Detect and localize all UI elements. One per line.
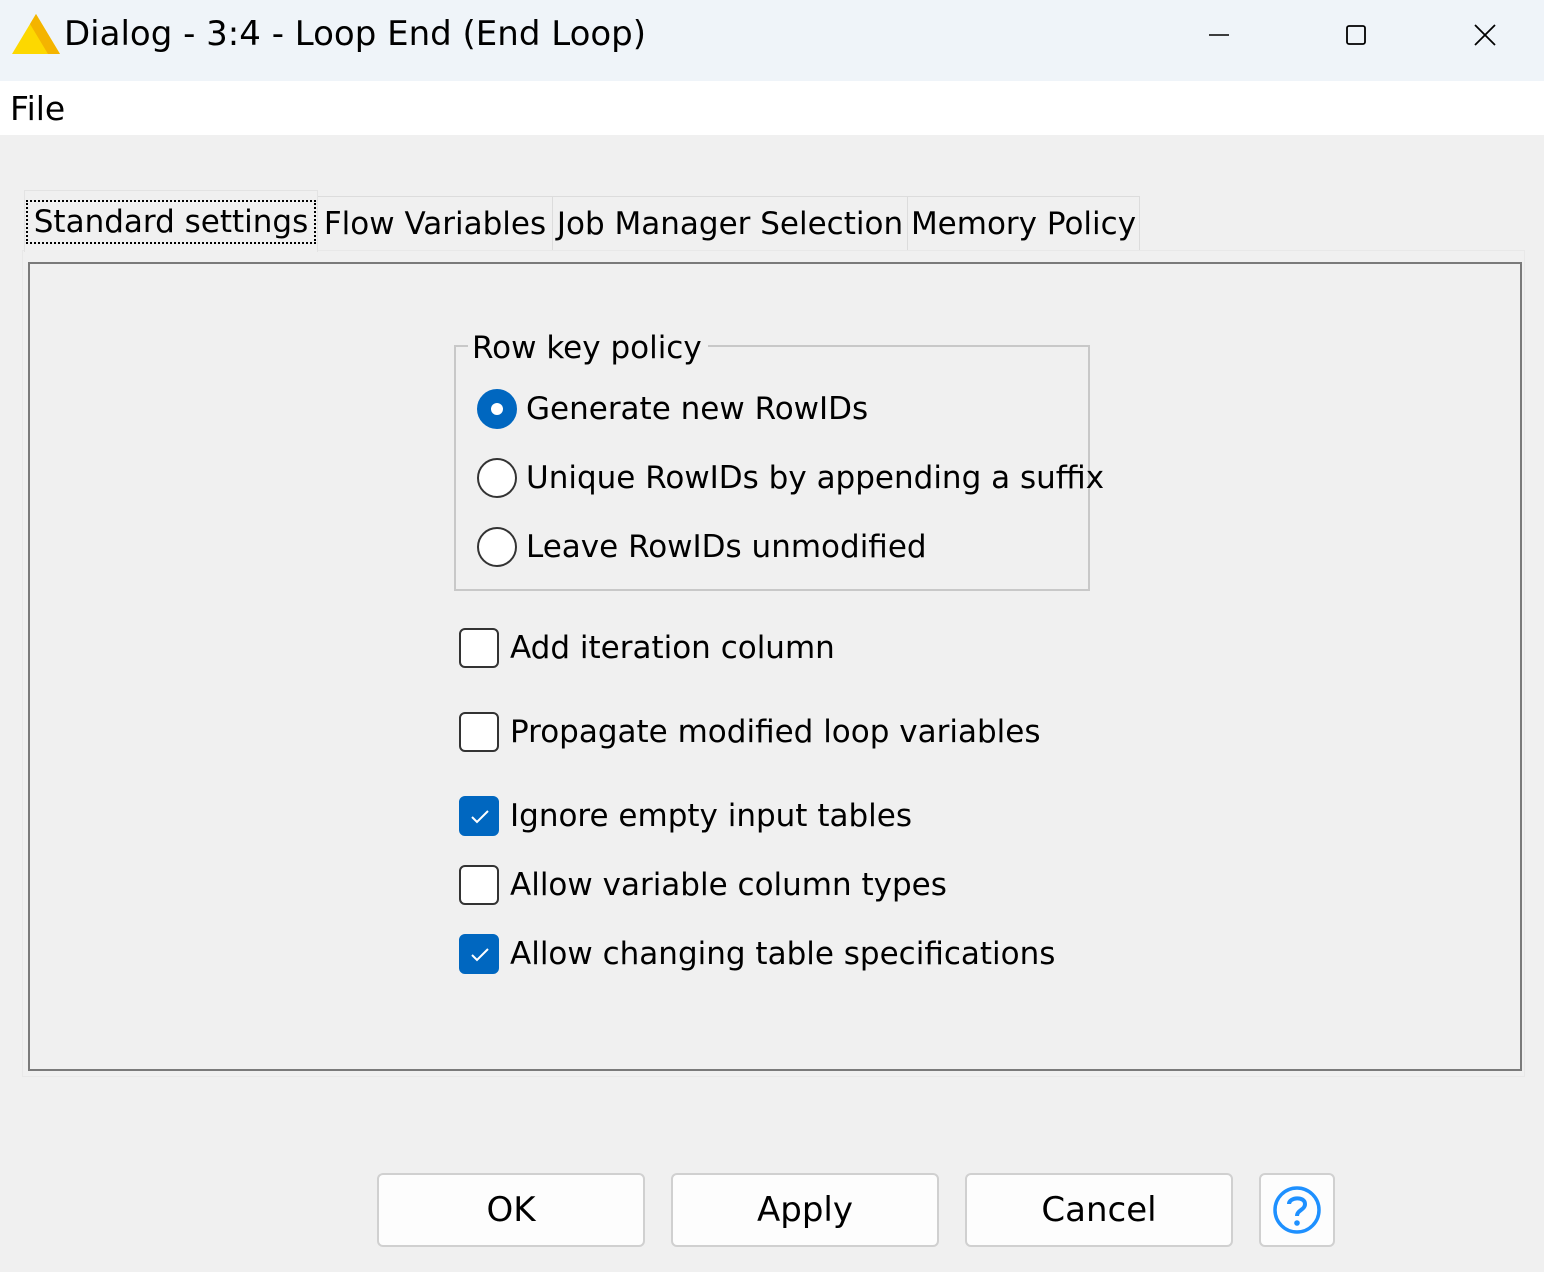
tab-memory-policy[interactable]: Memory Policy: [907, 196, 1140, 250]
minimize-icon: [1209, 34, 1229, 36]
apply-button[interactable]: Apply: [671, 1173, 939, 1247]
help-button[interactable]: [1259, 1173, 1335, 1247]
radio-label: Leave RowIDs unmodified: [526, 529, 927, 565]
checkbox[interactable]: [459, 934, 499, 974]
ok-button[interactable]: OK: [377, 1173, 645, 1247]
checkbox-allow-variable-column-types[interactable]: Allow variable column types: [459, 864, 947, 906]
menu-bar: File: [0, 81, 1544, 135]
close-icon: [1473, 24, 1496, 46]
checkbox-propagate-modified-loop-variables[interactable]: Propagate modified loop variables: [459, 711, 1040, 753]
tab-label: Standard settings: [25, 199, 317, 244]
tab-flow-variables[interactable]: Flow Variables: [317, 196, 553, 250]
tab-job-manager-selection[interactable]: Job Manager Selection: [552, 196, 908, 250]
checkbox[interactable]: [459, 865, 499, 905]
checkbox-ignore-empty-input-tables[interactable]: Ignore empty input tables: [459, 795, 912, 837]
checkbox-label: Ignore empty input tables: [510, 798, 912, 834]
checkbox-allow-changing-table-specifications[interactable]: Allow changing table specifications: [459, 933, 1055, 975]
radio-unique-rowids-suffix[interactable]: Unique RowIDs by appending a suffix: [477, 456, 1104, 500]
checkbox-label: Propagate modified loop variables: [510, 714, 1041, 750]
menu-file[interactable]: File: [10, 89, 65, 128]
checkbox-label: Allow changing table specifications: [510, 936, 1056, 972]
radio-leave-rowids-unmodified[interactable]: Leave RowIDs unmodified: [477, 525, 927, 569]
radio-button[interactable]: [477, 389, 517, 429]
tab-label: Memory Policy: [910, 205, 1137, 242]
checkmark-icon: [471, 948, 489, 962]
radio-label: Generate new RowIDs: [526, 391, 869, 427]
tab-standard-settings[interactable]: Standard settings: [24, 190, 318, 252]
minimize-button[interactable]: [1150, 0, 1288, 70]
cancel-button[interactable]: Cancel: [965, 1173, 1233, 1247]
checkbox[interactable]: [459, 712, 499, 752]
tab-label: Job Manager Selection: [556, 205, 904, 242]
help-icon: [1273, 1186, 1321, 1234]
maximize-icon: [1346, 25, 1366, 45]
maximize-button[interactable]: [1287, 0, 1425, 70]
radio-button[interactable]: [477, 527, 517, 567]
tab-label: Flow Variables: [323, 205, 547, 242]
title-bar: Dialog - 3:4 - Loop End (End Loop): [0, 0, 1544, 81]
checkbox-label: Allow variable column types: [510, 867, 947, 903]
radio-button[interactable]: [477, 458, 517, 498]
checkbox-add-iteration-column[interactable]: Add iteration column: [459, 627, 835, 669]
close-button[interactable]: [1425, 0, 1544, 70]
checkbox[interactable]: [459, 796, 499, 836]
radio-generate-new-rowids[interactable]: Generate new RowIDs: [477, 387, 868, 431]
row-key-policy-title: Row key policy: [468, 330, 708, 366]
radio-label: Unique RowIDs by appending a suffix: [526, 460, 1105, 496]
checkmark-icon: [471, 810, 489, 824]
checkbox-label: Add iteration column: [510, 630, 835, 666]
window-title: Dialog - 3:4 - Loop End (End Loop): [64, 14, 647, 54]
checkbox[interactable]: [459, 628, 499, 668]
knime-app-icon: [12, 14, 60, 54]
